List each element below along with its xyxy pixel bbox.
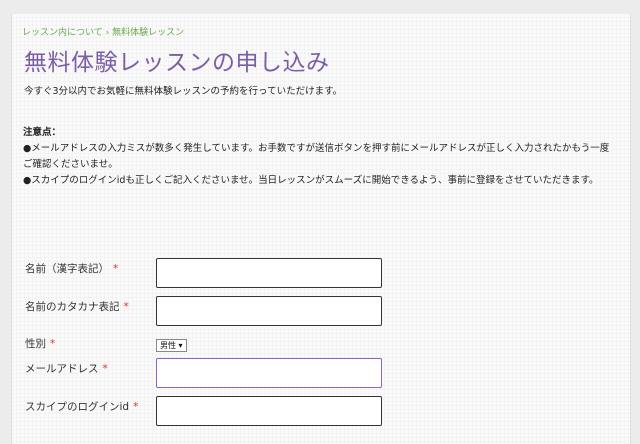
gender-select[interactable]: 男性 ▾ [156, 339, 187, 352]
breadcrumb-separator: › [105, 28, 110, 38]
name-kanji-input[interactable] [156, 258, 382, 288]
breadcrumb: レッスン内について › 無料体験レッスン [22, 25, 184, 38]
breadcrumb-link-lesson[interactable]: レッスン内について [22, 28, 103, 38]
required-mark: * [133, 401, 139, 413]
name-kanji-label: 名前（漢字表記） * [25, 261, 118, 276]
notes-heading: 注意点： [23, 127, 62, 138]
gender-label: 性別 * [25, 336, 55, 351]
skype-label-text: スカイプのログインid [25, 401, 130, 413]
gender-selected-value: 男性 [160, 341, 176, 350]
skype-label: スカイプのログインid * [25, 399, 138, 414]
notes-section: 注意点： ●メールアドレスの入力ミスが数多く発生しています。お手数ですが送信ボタ… [23, 125, 617, 189]
skype-input[interactable] [156, 396, 382, 426]
note-email: ●メールアドレスの入力ミスが数多く発生しています。お手数ですが送信ボタンを押す前… [23, 143, 610, 170]
gender-label-text: 性別 [25, 338, 46, 350]
intro-text: 今すぐ3分以内でお気軽に無料体験レッスンの予約を行っていただけます。 [24, 86, 343, 97]
email-label: メールアドレス * [25, 361, 108, 376]
required-mark: * [113, 263, 119, 275]
name-kana-label: 名前のカタカナ表記 * [25, 299, 129, 314]
content-panel: レッスン内について › 無料体験レッスン 無料体験レッスンの申し込み 今すぐ3分… [11, 14, 631, 444]
note-skype: ●スカイプのログインidも正しくご記入くださいませ。当日レッスンがスムーズに開始… [23, 175, 599, 186]
required-mark: * [102, 363, 108, 375]
required-mark: * [50, 338, 56, 350]
page-title: 無料体験レッスンの申し込み [24, 50, 330, 76]
breadcrumb-current: 無料体験レッスン [112, 28, 185, 38]
chevron-down-icon: ▾ [178, 341, 183, 350]
email-label-text: メールアドレス [25, 363, 99, 375]
name-kanji-label-text: 名前（漢字表記） [25, 263, 109, 275]
email-input[interactable] [156, 358, 382, 388]
name-kana-input[interactable] [156, 296, 382, 326]
required-mark: * [123, 301, 129, 313]
name-kana-label-text: 名前のカタカナ表記 [25, 301, 120, 313]
